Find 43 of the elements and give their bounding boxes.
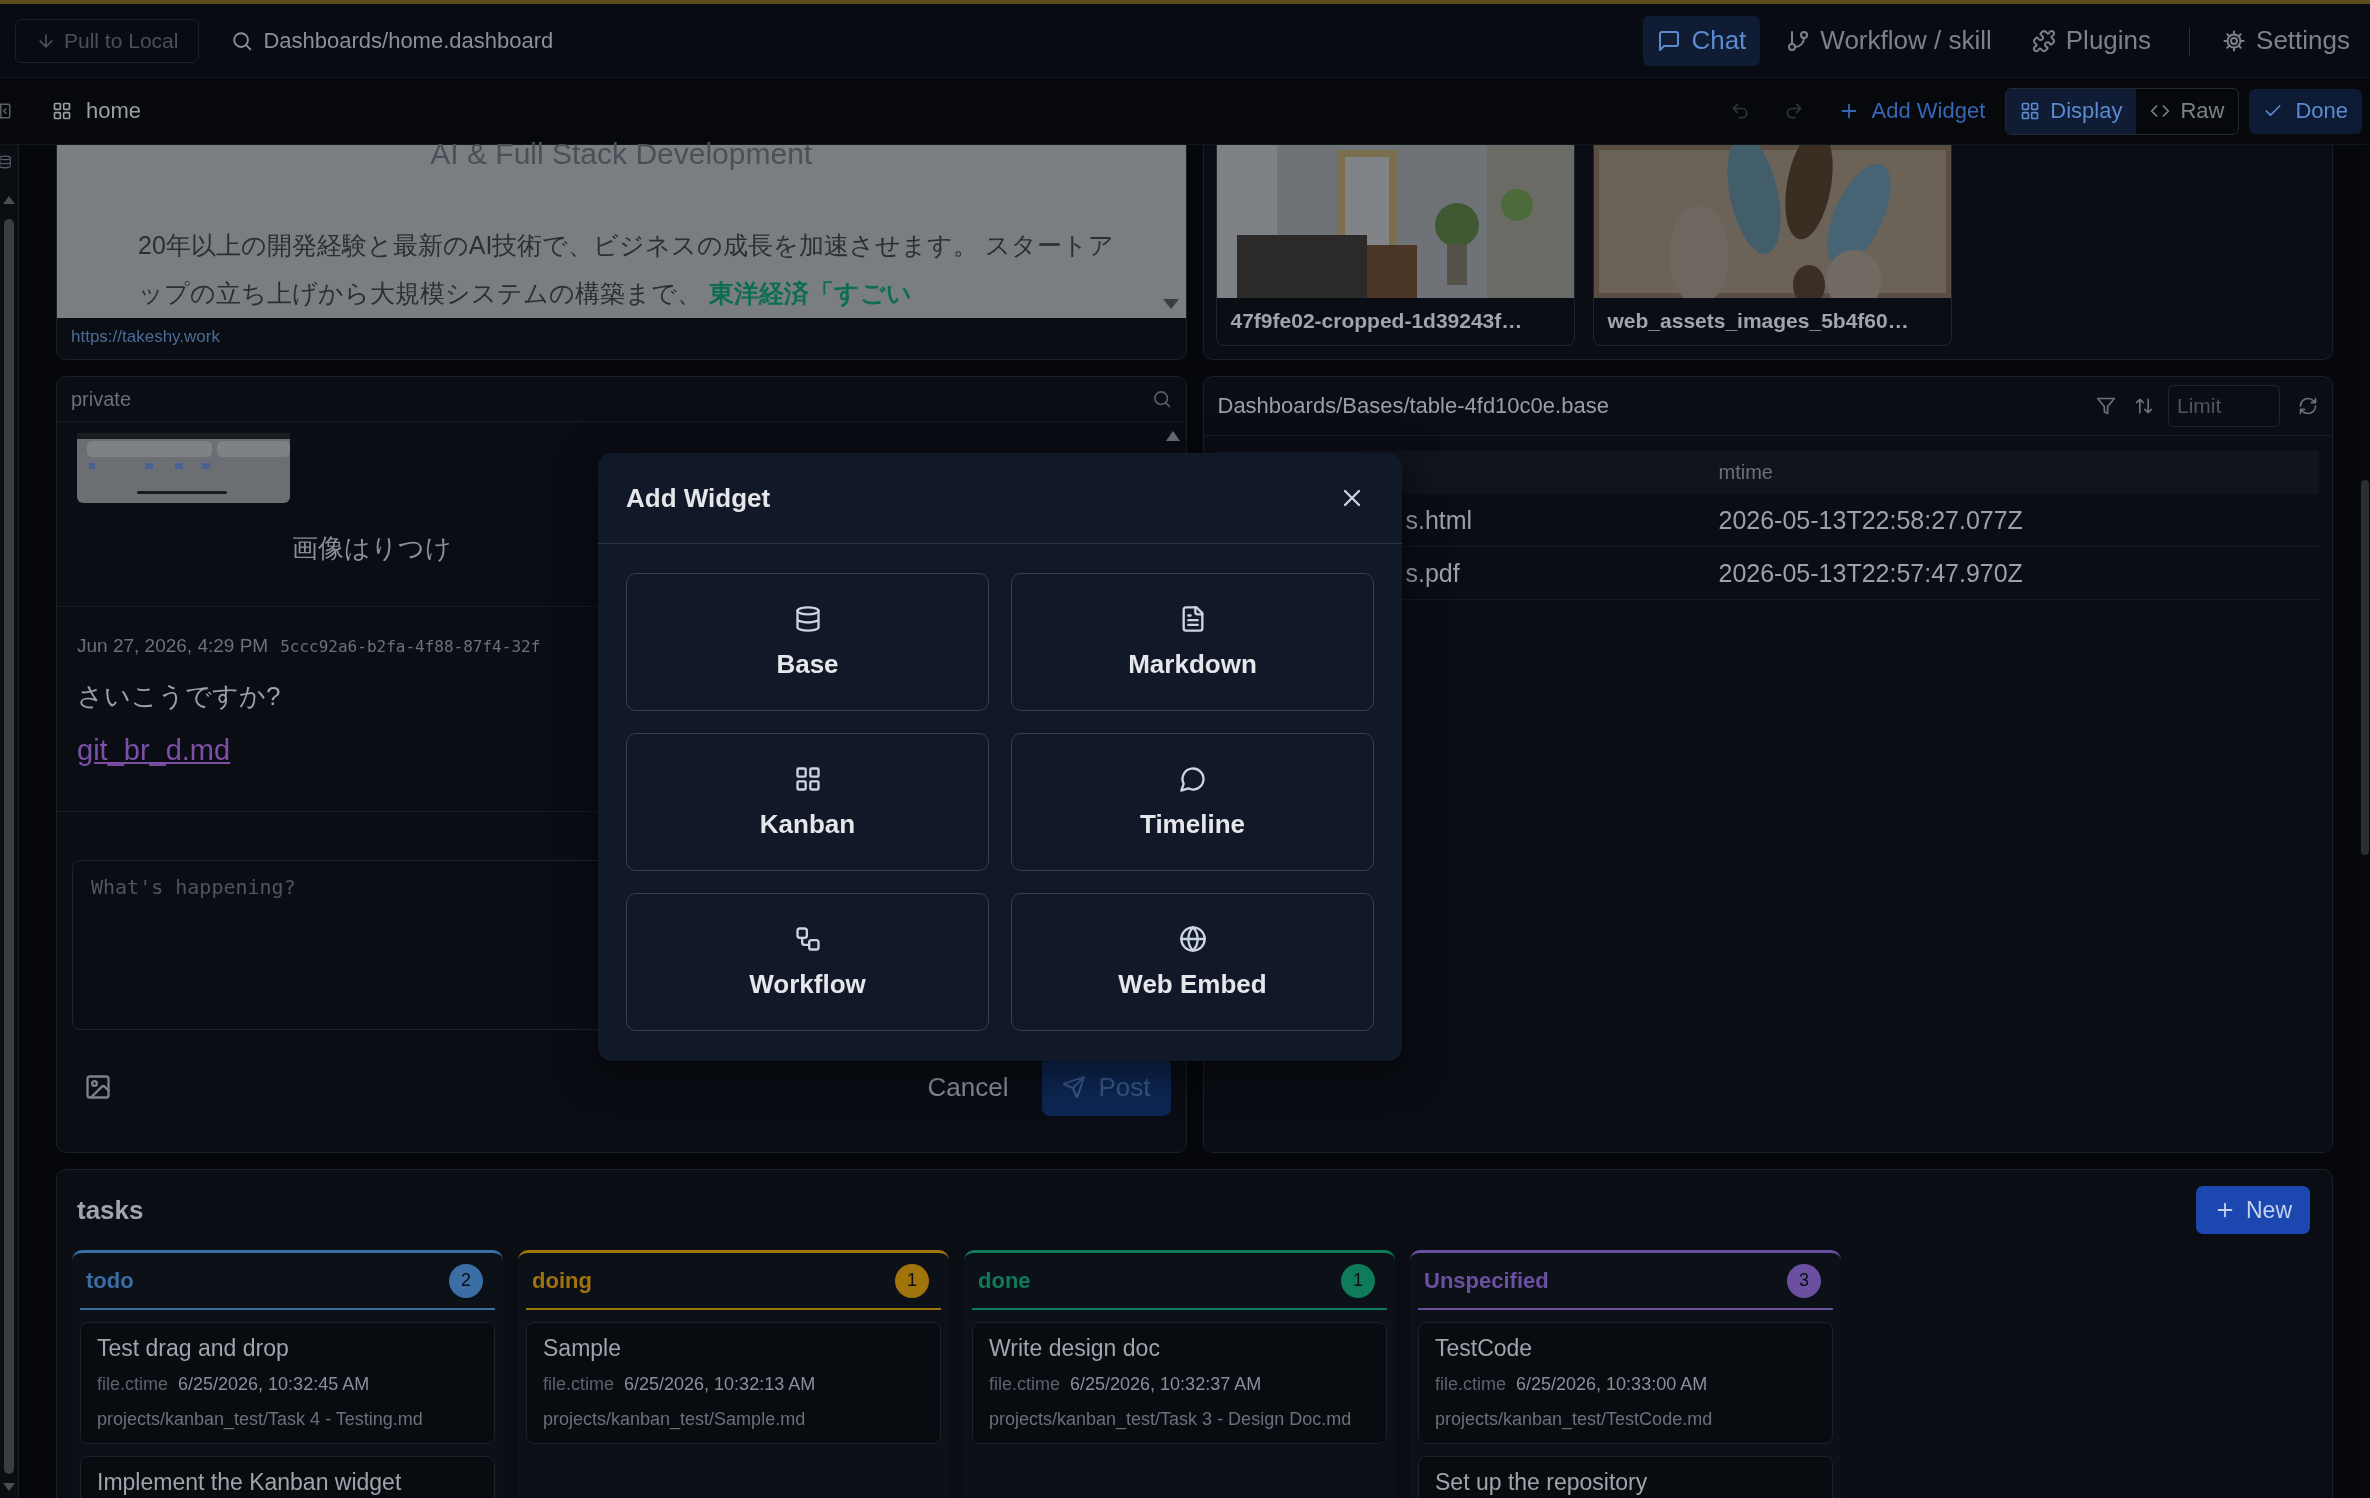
field-label: file.ctime (97, 1374, 168, 1395)
task-title: Set up the repository (1435, 1469, 1649, 1496)
dashboard-name: home (86, 98, 142, 124)
file-path: projects/kanban_test/Task 4 - Testing.md (97, 1408, 424, 1431)
field-label: file.ctime (989, 1374, 1060, 1395)
file-path: projects/kanban_test/TestCode.md (1435, 1408, 1714, 1431)
column-name: todo (86, 1267, 134, 1294)
field-value: 6/25/2026, 10:32:37 AM (1070, 1374, 1262, 1395)
column-name: doing (532, 1267, 592, 1294)
file-path: projects/kanban_test/Task 3 - Design Doc.md (989, 1408, 1353, 1431)
count-badge: 1 (895, 1263, 929, 1298)
file-path: projects/kanban_test/Sample.md (543, 1408, 807, 1431)
task-title: Sample (543, 1335, 622, 1362)
task-title: Test drag and drop (97, 1335, 290, 1362)
table-cell: s.html (1405, 505, 1473, 534)
count-badge: 3 (1787, 1263, 1821, 1298)
task-title: Write design doc (989, 1335, 1161, 1362)
field-value: 6/25/2026, 10:33:00 AM (1516, 1374, 1708, 1395)
column-name: done (978, 1267, 1031, 1294)
post-date: Jun 27, 2026, 4:29 PM (77, 635, 269, 657)
post-id: 5ccc92a6-b2fa-4f88-87f4-32f (280, 637, 541, 656)
page-paragraph: 20年以上の開発経験と最新のAI技術で、ビジネスの成長を加速させます。 スタートアップの立ち上げから大規模システムの構築まで、 東洋経済「すごい (138, 230, 1116, 309)
dialog-title: Add Widget (626, 482, 771, 514)
field-label: file.ctime (543, 1374, 614, 1395)
base-file-path: Dashboards/Bases/table-4fd10c0e.base (1217, 393, 1609, 419)
column-name: Unspecified (1424, 1267, 1549, 1294)
task-title: TestCode (1435, 1335, 1534, 1362)
count-badge: 2 (449, 1263, 483, 1298)
table-cell: s.pdf (1405, 558, 1460, 587)
image-caption: 47f9fe02-cropped-1d39243f… (1229, 308, 1524, 334)
image-caption: web_assets_images_5b4f60… (1606, 308, 1910, 334)
kanban-title: tasks (77, 1194, 144, 1226)
column-header: mtime (1717, 461, 1774, 484)
field-value: 6/25/2026, 10:32:13 AM (624, 1374, 816, 1395)
table-cell: 2026-05-13T22:58:27.077Z (1718, 505, 2023, 534)
field-value: 6/25/2026, 10:32:45 AM (178, 1374, 370, 1395)
task-title: Implement the Kanban widget (97, 1469, 403, 1496)
post-text: さいこうですか? (77, 680, 282, 713)
timeline-title: private (71, 387, 132, 411)
count-badge: 1 (1341, 1263, 1375, 1298)
image-caption: 画像はりつけ (291, 532, 453, 565)
table-cell: 2026-05-13T22:57:47.970Z (1718, 558, 2023, 587)
field-label: file.ctime (1435, 1374, 1506, 1395)
